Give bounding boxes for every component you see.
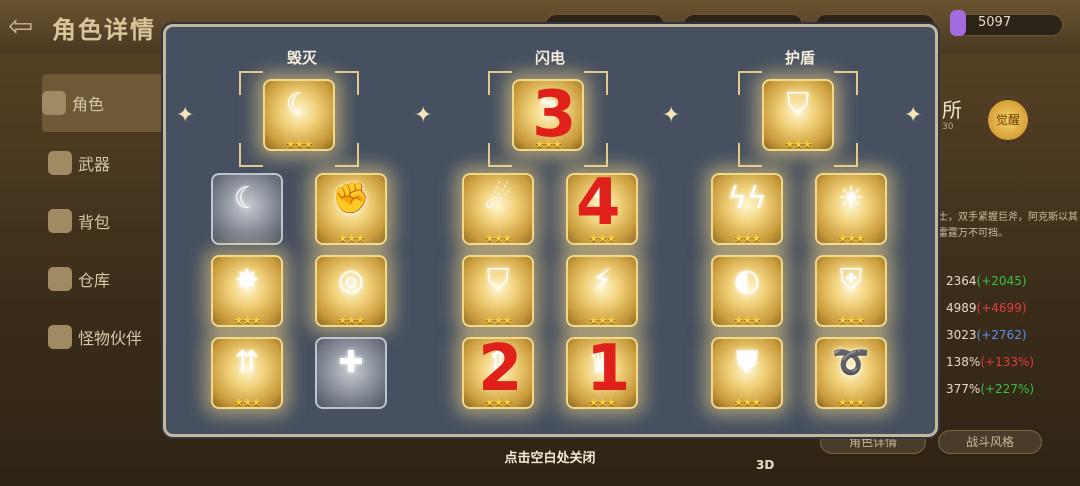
hero-title-fragment: 所	[942, 98, 962, 122]
star-rating: ★★★	[484, 232, 513, 245]
right-panel: 所 觉醒 30 士，双手紧握巨斧，阿克斯以其雷霆万不可挡。 2364(+2045…	[938, 70, 1080, 450]
shield-wall-icon: ⛊	[735, 345, 759, 381]
sidebar-item-label: 怪物伙伴	[78, 329, 143, 348]
star-rating: ★★★	[837, 314, 866, 327]
fist-lightning-icon: ✊	[332, 181, 370, 217]
hero-description: 士，双手紧握巨斧，阿克斯以其雷霆万不可挡。	[938, 212, 1078, 239]
triple-bolt-icon: ϟϟ	[727, 181, 767, 217]
sword-icon	[48, 151, 72, 175]
stat-row: 377%(+227%)	[946, 382, 1035, 396]
star-rating: ★★★	[233, 396, 262, 409]
level-fragment: 30	[942, 122, 954, 132]
skill-shield-4[interactable]: ⛨ ★★★	[815, 255, 887, 327]
storm-slash-icon: ☄	[484, 181, 512, 217]
star-rating: ★★★	[285, 138, 314, 151]
star-rating: ★★★	[733, 232, 762, 245]
skill-destruction-1[interactable]: ☾	[211, 173, 283, 245]
stat-row: 4989(+4699)	[946, 301, 1027, 315]
sparkle-icon: ✦	[904, 103, 923, 128]
sidebar-item-warehouse[interactable]: 仓库	[48, 250, 168, 308]
skill-destruction-main[interactable]: ☾ ★★★	[263, 79, 335, 151]
star-rating: ★★★	[733, 396, 762, 409]
gem-count: 5097	[978, 15, 1012, 30]
chest-armor-icon: ⛨	[839, 263, 863, 299]
page-title: 角色详情	[52, 16, 156, 44]
sidebar-item-character[interactable]: 角色	[42, 74, 162, 132]
upgrade-arrows-icon: ⇈	[234, 345, 260, 381]
star-rating: ★★★	[733, 314, 762, 327]
star-rating: ★★★	[233, 314, 262, 327]
sidebar-item-label: 武器	[78, 155, 111, 174]
skill-lightning-4[interactable]: ⚡ ★★★	[566, 255, 638, 327]
column-title-lightning: 闪电	[534, 49, 565, 67]
annotation-mark: 1	[586, 332, 631, 406]
stat-row: 2364(+2045)	[946, 274, 1027, 288]
stat-row: 138%(+133%)	[946, 355, 1035, 369]
sidebar-item-label: 角色	[72, 95, 105, 114]
star-rating: ★★★	[337, 232, 366, 245]
skill-shield-6[interactable]: ➰ ★★★	[815, 337, 887, 409]
skill-destruction-2[interactable]: ✊ ★★★	[315, 173, 387, 245]
sidebar: 角色 武器 背包 仓库 怪物伙伴	[0, 64, 162, 404]
skill-modal: 毁灭 闪电 护盾 ✦ ✦ ✦ ✦ ☾ ★★★ ϟ ★★★ ⛉ ★★★ ☾ ✊ ★★★ ✸…	[163, 24, 938, 437]
skill-shield-main[interactable]: ⛉ ★★★	[762, 79, 834, 151]
split-figure-icon: ◐	[733, 263, 761, 299]
character-icon	[42, 91, 66, 115]
skill-lightning-1[interactable]: ☄ ★★★	[462, 173, 534, 245]
shield-bolt-icon: ⛉	[486, 263, 510, 299]
awaken-badge[interactable]: 觉醒	[988, 100, 1028, 140]
skill-shield-2[interactable]: ☀ ★★★	[815, 173, 887, 245]
annotation-mark: 2	[478, 332, 523, 406]
sidebar-item-bag[interactable]: 背包	[48, 192, 168, 250]
stat-row: 3023(+2762)	[946, 328, 1027, 342]
sidebar-item-label: 仓库	[78, 271, 111, 290]
back-arrow-icon[interactable]: ⇦	[8, 10, 48, 44]
skill-destruction-4[interactable]: ◎ ★★★	[315, 255, 387, 327]
swirl-slash-icon: ➰	[832, 345, 870, 381]
skill-destruction-6[interactable]: ✚	[315, 337, 387, 409]
skill-destruction-3[interactable]: ✸ ★★★	[211, 255, 283, 327]
sparkle-icon: ✦	[176, 103, 195, 128]
annotation-mark: 4	[576, 166, 621, 240]
sun-figure-icon: ☀	[837, 181, 865, 217]
sparkle-icon: ✦	[414, 103, 433, 128]
explosion-icon: ✸	[234, 263, 260, 299]
skill-shield-1[interactable]: ϟϟ ★★★	[711, 173, 783, 245]
bag-icon	[48, 209, 72, 233]
star-rating: ★★★	[837, 396, 866, 409]
crescent-slash-icon: ☾	[233, 181, 261, 217]
skill-shield-3[interactable]: ◐ ★★★	[711, 255, 783, 327]
sparkle-icon: ✦	[662, 103, 681, 128]
monster-icon	[48, 325, 72, 349]
shockwave-ring-icon: ◎	[337, 263, 365, 299]
star-rating: ★★★	[484, 314, 513, 327]
shield-icon: ⛉	[786, 87, 810, 123]
star-rating: ★★★	[337, 314, 366, 327]
column-title-shield: 护盾	[784, 49, 815, 67]
gem-icon	[950, 10, 966, 36]
skill-shield-5[interactable]: ⛊ ★★★	[711, 337, 783, 409]
skill-destruction-5[interactable]: ⇈ ★★★	[211, 337, 283, 409]
skill-lightning-3[interactable]: ⛉ ★★★	[462, 255, 534, 327]
slash-icon: ☾	[285, 87, 313, 123]
sidebar-item-monster[interactable]: 怪物伙伴	[48, 308, 168, 366]
sidebar-item-weapon[interactable]: 武器	[48, 134, 168, 192]
close-hint[interactable]: 点击空白处关闭	[0, 447, 1080, 466]
bandage-icon: ✚	[338, 345, 364, 381]
warehouse-icon	[48, 267, 72, 291]
sidebar-item-label: 背包	[78, 213, 111, 232]
star-rating: ★★★	[837, 232, 866, 245]
star-rating: ★★★	[784, 138, 813, 151]
star-rating: ★★★	[588, 314, 617, 327]
annotation-mark: 3	[532, 78, 577, 152]
column-title-destruction: 毁灭	[286, 49, 317, 67]
armor-bolt-icon: ⚡	[591, 263, 613, 299]
